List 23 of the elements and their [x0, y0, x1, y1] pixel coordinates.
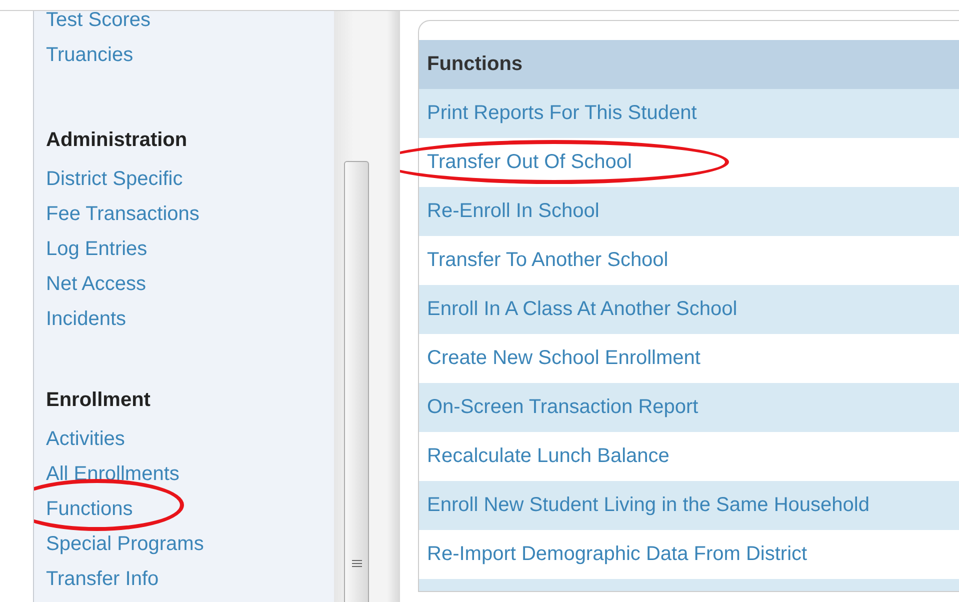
sidebar-link[interactable]: District Specific: [46, 168, 183, 190]
scrollbar-thumb[interactable]: [344, 161, 369, 602]
sidebar-link[interactable]: Fee Transactions: [46, 203, 200, 225]
function-link[interactable]: Transfer Out Of School: [427, 151, 632, 173]
sidebar-link[interactable]: Incidents: [46, 308, 126, 330]
sidebar-link[interactable]: Net Access: [46, 273, 146, 295]
sidebar-link[interactable]: Truancies: [46, 44, 134, 66]
section-heading: Administration: [46, 128, 188, 153]
section-heading: Enrollment: [46, 388, 152, 413]
sidebar-link[interactable]: Transfer Info: [46, 568, 159, 590]
function-link[interactable]: Re-Import Demographic Data From District: [427, 543, 808, 565]
sidebar-link[interactable]: All Enrollments: [46, 463, 180, 485]
sidebar-link[interactable]: Functions: [46, 498, 133, 520]
sidebar-link[interactable]: Log Entries: [46, 238, 148, 260]
table-header: Functions: [419, 40, 959, 89]
function-link[interactable]: Transfer To Another School: [427, 249, 668, 271]
sidebar-link[interactable]: Activities: [46, 428, 125, 450]
sidebar-link[interactable]: Test Scores: [46, 11, 150, 31]
sidebar-link[interactable]: Special Programs: [46, 533, 204, 555]
function-link[interactable]: Recalculate Lunch Balance: [427, 445, 670, 467]
grip-icon: [352, 560, 362, 567]
function-link[interactable]: Re-Enroll In School: [427, 200, 600, 222]
function-link[interactable]: Create New School Enrollment: [427, 347, 700, 369]
